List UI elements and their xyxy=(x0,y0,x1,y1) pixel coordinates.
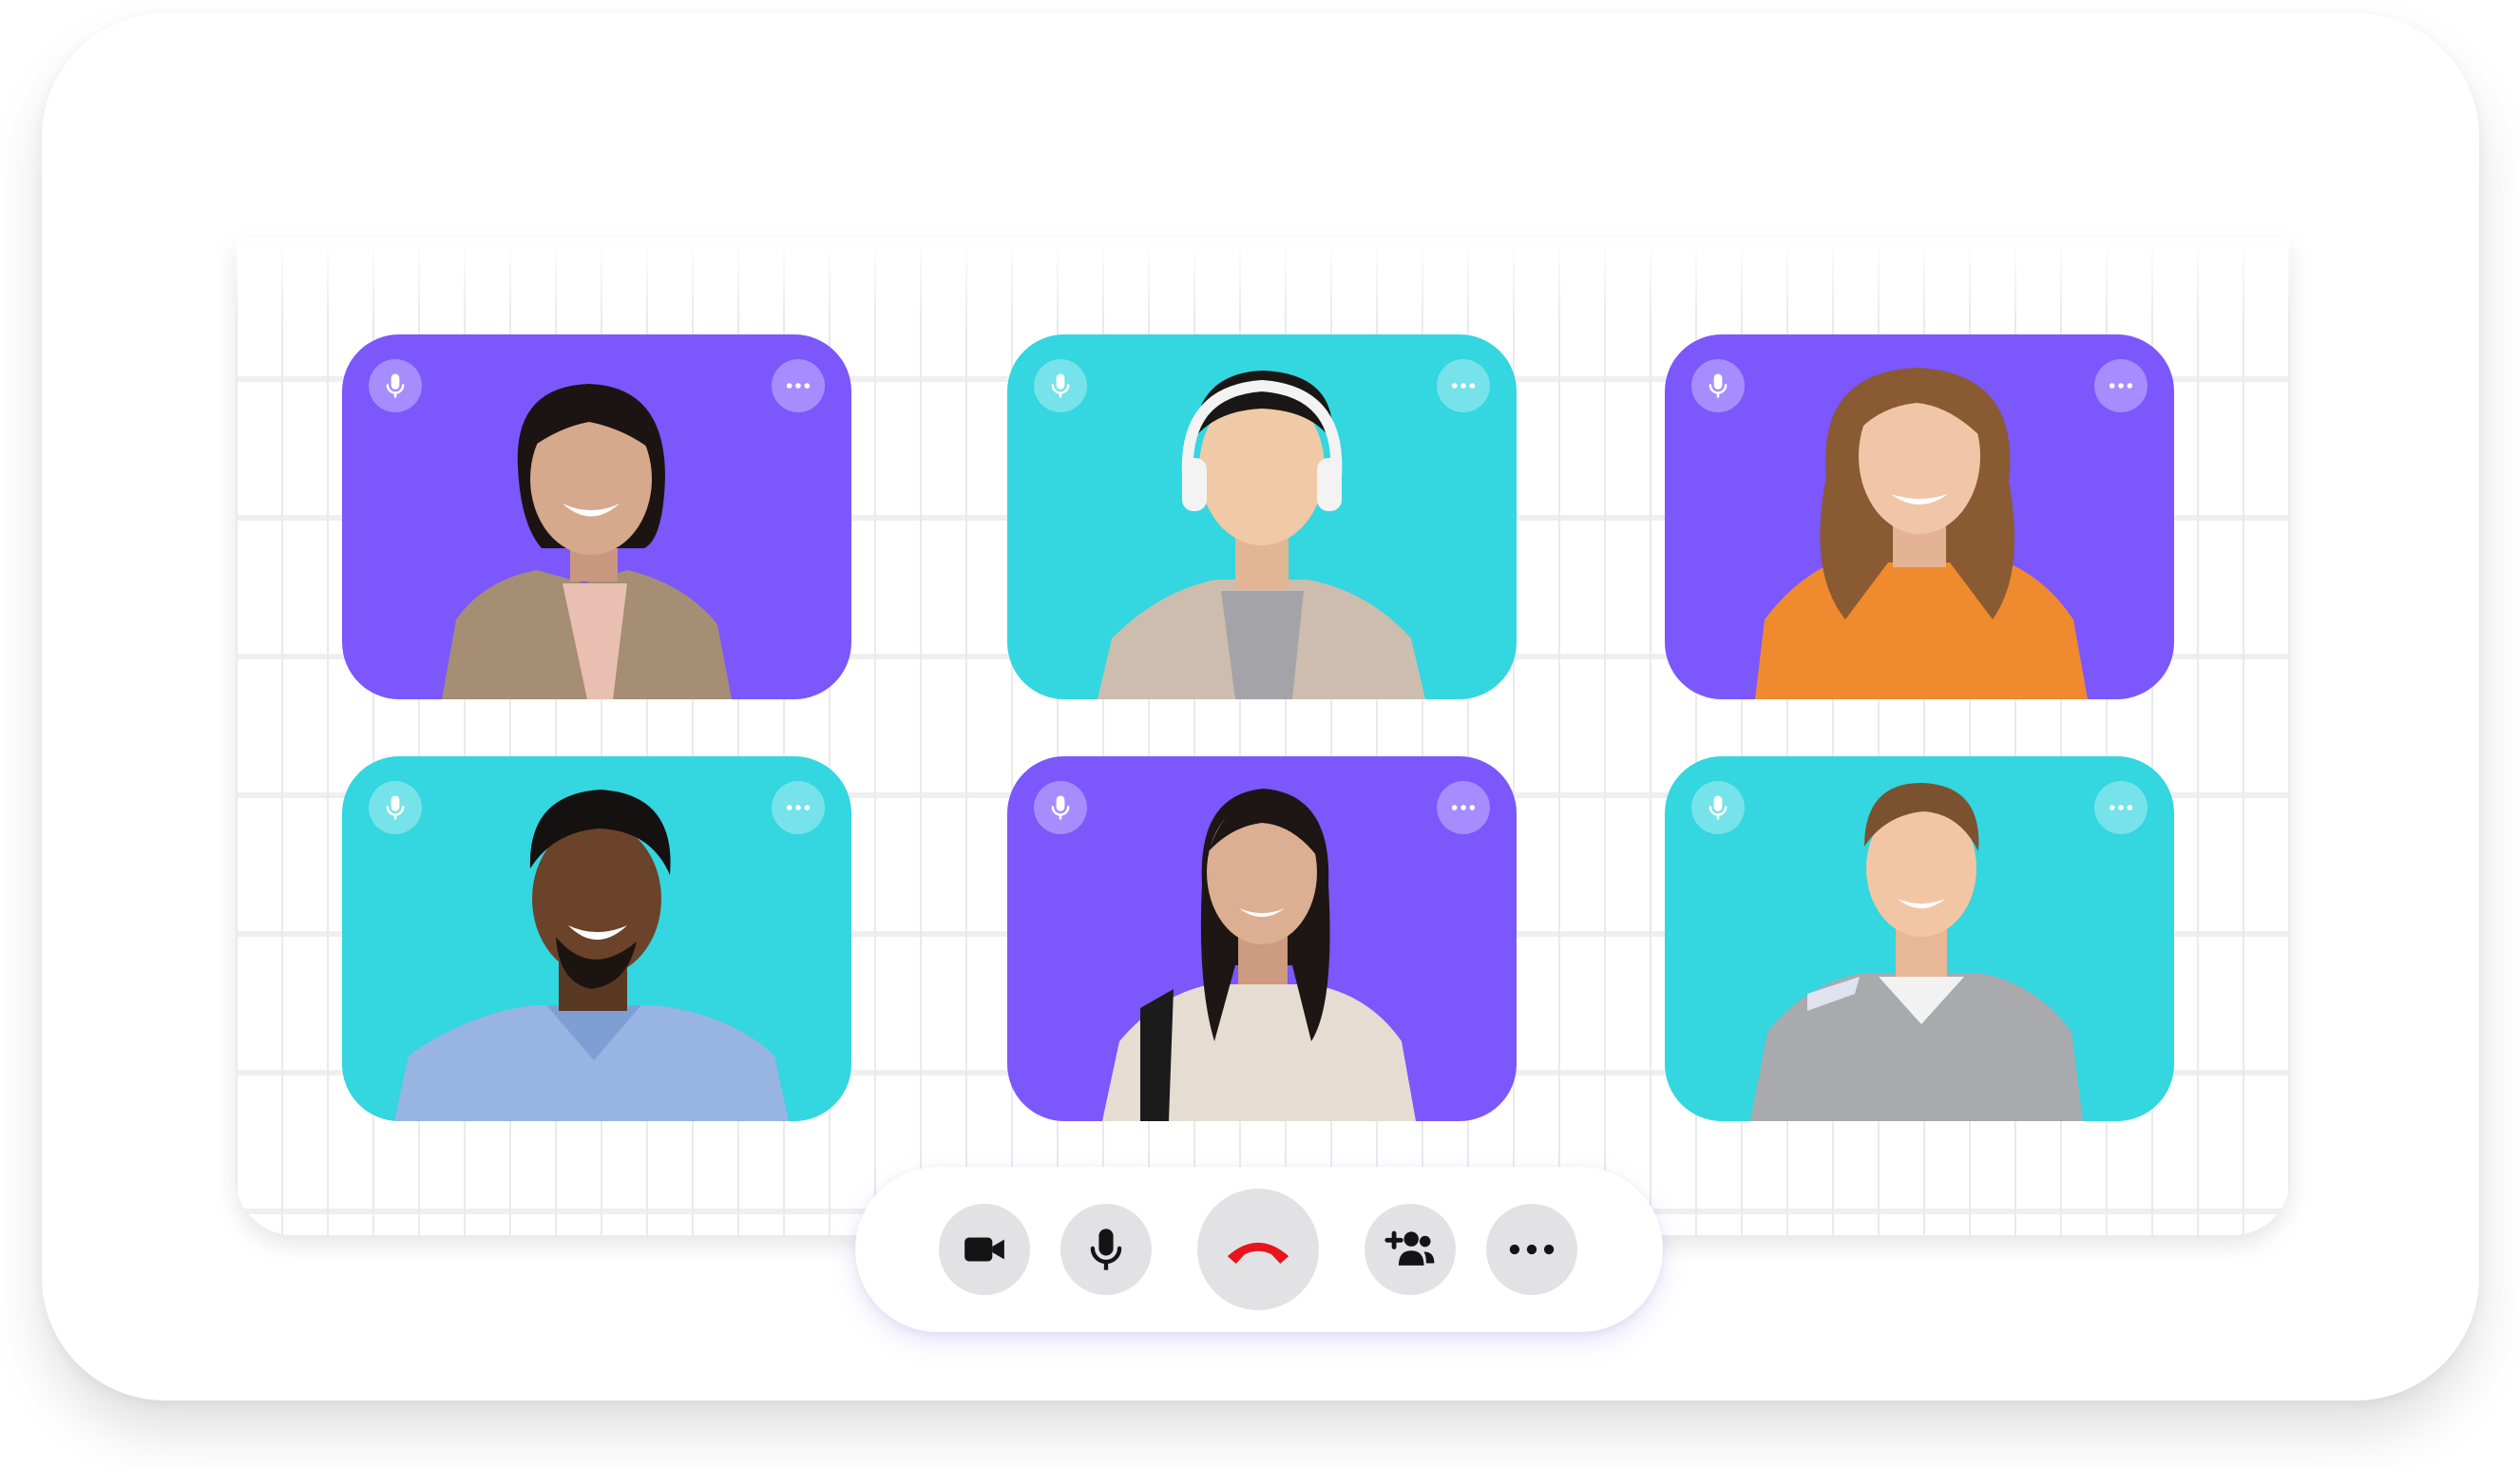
participant-tile-6[interactable] xyxy=(1665,756,2174,1121)
mic-status-icon[interactable] xyxy=(1034,781,1087,834)
mic-status-icon[interactable] xyxy=(1691,359,1745,412)
more-options-icon xyxy=(1509,1244,1555,1255)
end-call-button[interactable] xyxy=(1197,1189,1319,1310)
more-options-button[interactable] xyxy=(1486,1204,1577,1295)
video-camera-icon xyxy=(964,1237,1004,1262)
mic-status-icon[interactable] xyxy=(369,781,422,834)
end-call-icon xyxy=(1227,1242,1289,1265)
tile-more-options-icon[interactable] xyxy=(1437,781,1490,834)
add-participant-icon xyxy=(1384,1230,1435,1266)
tile-more-options-icon[interactable] xyxy=(2094,359,2148,412)
mic-status-icon[interactable] xyxy=(1034,359,1087,412)
mic-status-icon[interactable] xyxy=(1691,781,1745,834)
mic-toggle-button[interactable] xyxy=(1060,1204,1152,1295)
tile-more-options-icon[interactable] xyxy=(772,781,825,834)
participant-tile-2[interactable] xyxy=(1007,334,1517,699)
participant-tile-1[interactable] xyxy=(342,334,851,699)
camera-toggle-button[interactable] xyxy=(939,1204,1030,1295)
participant-tile-5[interactable] xyxy=(1007,756,1517,1121)
add-participant-button[interactable] xyxy=(1365,1204,1456,1295)
participant-tile-4[interactable] xyxy=(342,756,851,1121)
microphone-icon xyxy=(1090,1229,1122,1270)
mic-status-icon[interactable] xyxy=(369,359,422,412)
call-controls-toolbar xyxy=(855,1167,1663,1332)
tile-more-options-icon[interactable] xyxy=(2094,781,2148,834)
participant-tile-3[interactable] xyxy=(1665,334,2174,699)
tile-more-options-icon[interactable] xyxy=(1437,359,1490,412)
tile-more-options-icon[interactable] xyxy=(772,359,825,412)
